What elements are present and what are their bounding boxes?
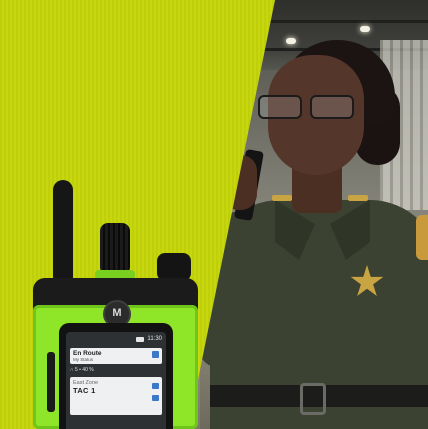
ceiling-light xyxy=(360,26,370,32)
status-icon xyxy=(152,351,159,358)
battery-icon xyxy=(136,336,145,342)
channel-card: East Zone TAC 1 xyxy=(70,377,162,415)
eyeglasses xyxy=(258,95,358,119)
scan-icon xyxy=(152,395,159,401)
hero-image: M 11:30 En Route My Status ∩ 5 • 40 % Ea… xyxy=(0,0,428,429)
channel-icon xyxy=(152,383,159,389)
status-card: En Route My Status xyxy=(70,348,162,364)
display-status-bar: 11:30 xyxy=(66,332,166,346)
lens xyxy=(258,95,302,119)
lens xyxy=(310,95,354,119)
display-time: 11:30 xyxy=(147,336,162,342)
antenna xyxy=(53,180,73,280)
status-subtitle: My Status xyxy=(73,357,94,362)
belt-buckle xyxy=(300,383,326,415)
collar-pin xyxy=(348,195,368,201)
shoulder-patch xyxy=(416,215,428,260)
ptt-side-button xyxy=(47,352,55,412)
handheld-radio: M 11:30 En Route My Status ∩ 5 • 40 % Ea… xyxy=(25,180,205,429)
channel-knob xyxy=(100,223,130,275)
status-title: En Route xyxy=(73,350,102,357)
radio-display: 11:30 En Route My Status ∩ 5 • 40 % East… xyxy=(66,332,166,429)
channel-label: TAC 1 xyxy=(73,386,96,395)
emergency-button-icon xyxy=(157,253,191,281)
signal-readout: ∩ 5 • 40 % xyxy=(70,367,94,373)
collar-pin xyxy=(272,195,292,201)
roof-beam xyxy=(250,20,428,23)
